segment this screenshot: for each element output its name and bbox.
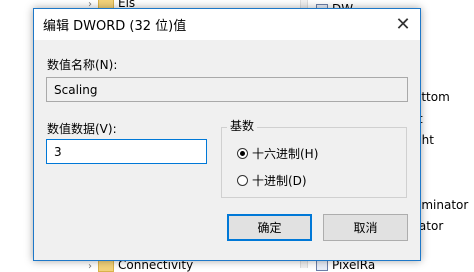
value-data-label: 数值数据(V): [47,122,117,136]
radio-hexadecimal[interactable]: 十六进制(H) [237,145,318,162]
binary-value-icon [316,260,328,271]
radio-checked-icon [237,148,248,159]
radio-decimal[interactable]: 十进制(D) [237,172,307,189]
close-icon[interactable]: ✕ [386,9,420,40]
base-label: 基数 [227,117,258,134]
value-data-input[interactable]: 3 [46,139,207,164]
dialog-titlebar[interactable]: 编辑 DWORD (32 位)值 ✕ [34,9,420,40]
chevron-right-icon: › [88,261,92,272]
cancel-button[interactable]: 取消 [323,214,408,241]
folder-icon [98,259,114,272]
ok-button[interactable]: 确定 [227,214,312,241]
radio-unchecked-icon [237,175,248,186]
value-name-field[interactable]: Scaling [46,77,408,102]
value-name-label: 数值名称(N): [47,58,118,72]
value-row[interactable]: ominator [414,198,468,212]
edit-dword-dialog: 编辑 DWORD (32 位)值 ✕ 数值名称(N): Scaling 数值数据… [33,8,421,261]
dialog-title: 编辑 DWORD (32 位)值 [43,19,187,34]
